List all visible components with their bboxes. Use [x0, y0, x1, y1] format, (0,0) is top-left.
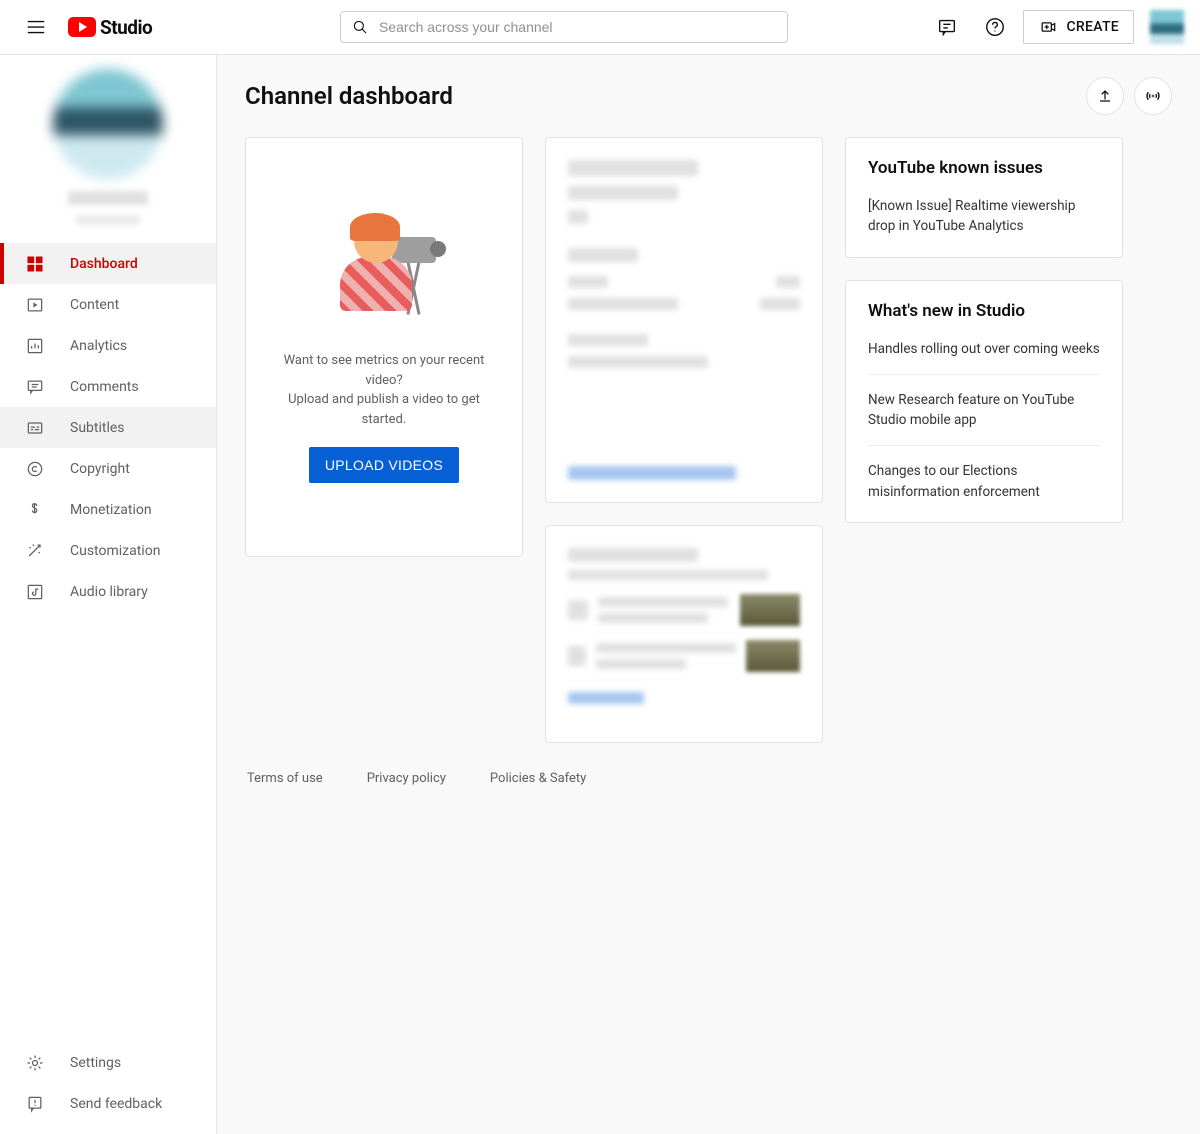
search-input[interactable] — [379, 19, 777, 35]
help-icon — [984, 16, 1006, 38]
content-icon — [24, 294, 46, 316]
footer-terms[interactable]: Terms of use — [247, 771, 323, 786]
monetization-icon — [24, 499, 46, 521]
sidebar-item-label: Subtitles — [70, 420, 125, 436]
upload-icon — [1095, 86, 1115, 106]
gear-icon — [24, 1052, 46, 1074]
whats-new-title: What's new in Studio — [868, 301, 1100, 321]
middle-column — [545, 137, 823, 743]
sidebar-item-copyright[interactable]: Copyright — [0, 448, 216, 489]
logo-text: Studio — [100, 16, 152, 39]
analytics-card-redacted — [545, 137, 823, 503]
channel-avatar[interactable] — [53, 69, 163, 179]
customization-icon — [24, 540, 46, 562]
go-live-button[interactable] — [1134, 77, 1172, 115]
menu-button[interactable] — [16, 7, 56, 47]
upload-illustration — [314, 211, 454, 331]
sidebar-item-label: Analytics — [70, 338, 127, 354]
sidebar-item-label: Customization — [70, 543, 160, 559]
whats-new-item[interactable]: New Research feature on YouTube Studio m… — [868, 374, 1100, 431]
channel-handle-redacted — [76, 215, 140, 225]
subtitles-icon — [24, 417, 46, 439]
go-live-icon — [1142, 85, 1164, 107]
create-icon — [1038, 17, 1058, 37]
sidebar-item-label: Settings — [70, 1055, 121, 1071]
right-column: YouTube known issues [Known Issue] Realt… — [845, 137, 1123, 523]
footer-policies[interactable]: Policies & Safety — [490, 771, 586, 786]
upload-videos-button[interactable]: UPLOAD VIDEOS — [309, 447, 459, 483]
sidebar-item-label: Content — [70, 297, 119, 313]
youtube-play-icon — [68, 17, 96, 37]
chat-icon — [936, 16, 958, 38]
channel-brief — [0, 55, 216, 243]
audio-library-icon — [24, 581, 46, 603]
page-header: Channel dashboard — [245, 77, 1172, 115]
known-issues-title: YouTube known issues — [868, 158, 1100, 178]
dashboard-icon — [24, 253, 46, 275]
chat-button[interactable] — [927, 7, 967, 47]
whats-new-item[interactable]: Changes to our Elections misinformation … — [868, 445, 1100, 502]
help-button[interactable] — [975, 7, 1015, 47]
footer-links: Terms of use Privacy policy Policies & S… — [247, 771, 1172, 786]
header-actions: CREATE — [927, 7, 1184, 47]
whats-new-card: What's new in Studio Handles rolling out… — [845, 280, 1123, 523]
comments-card-redacted — [545, 525, 823, 743]
sidebar-item-label: Copyright — [70, 461, 130, 477]
sidebar-item-label: Dashboard — [70, 256, 138, 272]
sidebar-item-audio-library[interactable]: Audio library — [0, 571, 216, 612]
feedback-icon — [24, 1093, 46, 1115]
sidebar-item-dashboard[interactable]: Dashboard — [0, 243, 216, 284]
sidebar-bottom: Settings Send feedback — [0, 1042, 216, 1134]
known-issues-item[interactable]: [Known Issue] Realtime viewership drop i… — [868, 196, 1100, 237]
upload-card-text: Want to see metrics on your recent video… — [268, 351, 500, 429]
content-area: Channel dashboard — [217, 55, 1200, 1134]
sidebar-item-label: Comments — [70, 379, 139, 395]
known-issues-card: YouTube known issues [Known Issue] Realt… — [845, 137, 1123, 258]
create-button-label: CREATE — [1066, 19, 1119, 35]
analytics-icon — [24, 335, 46, 357]
hamburger-icon — [25, 16, 47, 38]
sidebar-item-label: Monetization — [70, 502, 152, 518]
upload-card-line2: Upload and publish a video to get starte… — [268, 390, 500, 429]
sidebar-item-monetization[interactable]: Monetization — [0, 489, 216, 530]
sidebar-item-analytics[interactable]: Analytics — [0, 325, 216, 366]
upload-card-line1: Want to see metrics on your recent video… — [268, 351, 500, 390]
sidebar-item-feedback[interactable]: Send feedback — [0, 1083, 216, 1124]
app-header: Studio CREATE — [0, 0, 1200, 55]
upload-card: Want to see metrics on your recent video… — [245, 137, 523, 557]
footer-privacy[interactable]: Privacy policy — [367, 771, 446, 786]
sidebar-item-content[interactable]: Content — [0, 284, 216, 325]
copyright-icon — [24, 458, 46, 480]
sidebar-item-label: Audio library — [70, 584, 148, 600]
studio-logo[interactable]: Studio — [68, 16, 152, 39]
nav-list: Dashboard Content Analytics Comments Sub… — [0, 243, 216, 1042]
page-actions — [1086, 77, 1172, 115]
account-avatar[interactable] — [1150, 10, 1184, 44]
sidebar-item-comments[interactable]: Comments — [0, 366, 216, 407]
comments-icon — [24, 376, 46, 398]
whats-new-item[interactable]: Handles rolling out over coming weeks — [868, 339, 1100, 359]
channel-name-redacted — [68, 191, 148, 205]
search-icon — [351, 18, 369, 36]
upload-quick-button[interactable] — [1086, 77, 1124, 115]
search-container — [340, 11, 788, 43]
page-title: Channel dashboard — [245, 82, 453, 110]
sidebar-item-customization[interactable]: Customization — [0, 530, 216, 571]
sidebar-item-settings[interactable]: Settings — [0, 1042, 216, 1083]
sidebar-item-subtitles[interactable]: Subtitles — [0, 407, 216, 448]
sidebar-item-label: Send feedback — [70, 1096, 162, 1112]
sidebar: Dashboard Content Analytics Comments Sub… — [0, 55, 217, 1134]
search-box[interactable] — [340, 11, 788, 43]
create-button[interactable]: CREATE — [1023, 10, 1134, 44]
